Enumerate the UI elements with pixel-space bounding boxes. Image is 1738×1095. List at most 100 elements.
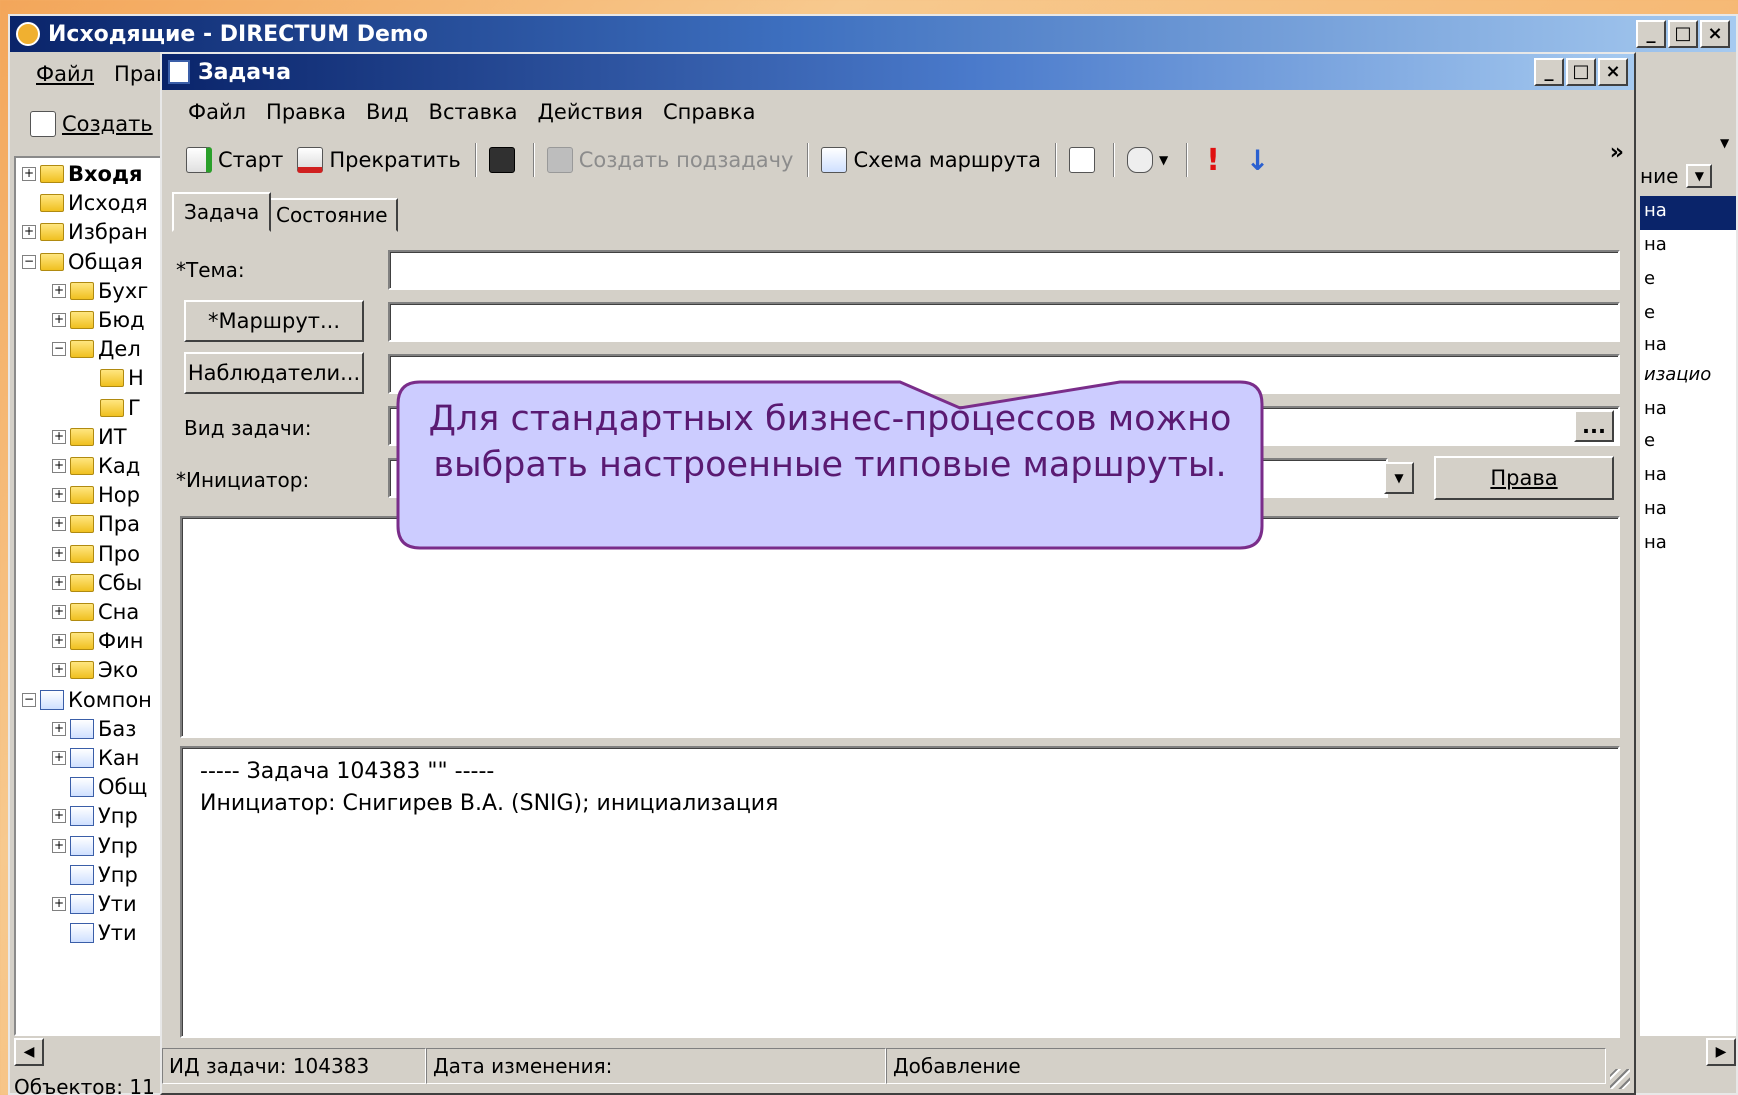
expand-icon[interactable]: + [52, 575, 66, 590]
close-icon[interactable]: × [1700, 20, 1730, 48]
save-icon[interactable] [488, 147, 515, 173]
tab-state[interactable]: Состояние [266, 198, 398, 232]
list-item[interactable]: на [1644, 234, 1667, 255]
observers-button[interactable]: Наблюдатели... [184, 352, 364, 394]
collapse-icon[interactable]: − [52, 342, 66, 357]
collapse-icon[interactable]: − [22, 692, 36, 707]
minimize-icon[interactable]: _ [1636, 20, 1666, 48]
tree-item[interactable]: + Бухг [52, 279, 148, 303]
expand-icon[interactable]: + [52, 751, 66, 765]
tree-item[interactable]: + Упр [52, 804, 138, 828]
column-dropdown-icon[interactable]: ▼ [1686, 164, 1713, 188]
expand-icon[interactable]: + [52, 721, 66, 736]
task-menu-edit[interactable]: Правка [266, 100, 346, 124]
tree-item[interactable]: + Баз [52, 717, 136, 741]
task-type-ellipsis-button[interactable]: ... [1574, 410, 1614, 442]
tree-item[interactable]: + Кад [52, 454, 140, 478]
stop-button[interactable]: Прекратить [297, 147, 461, 173]
list-item[interactable]: е [1644, 302, 1655, 323]
maximize-icon[interactable]: □ [1668, 20, 1698, 48]
create-icon[interactable] [30, 111, 56, 137]
main-titlebar[interactable]: Исходящие - DIRECTUM Demo _ □ × [10, 16, 1736, 52]
tree-item[interactable]: Общ [70, 775, 147, 799]
expand-icon[interactable]: + [52, 838, 66, 853]
start-button[interactable]: Старт [186, 147, 283, 173]
attachment-dropdown-icon[interactable]: ▼ [1159, 153, 1168, 167]
object-list[interactable]: на на е е на изацио на е на на на [1640, 196, 1736, 1036]
tree-item[interactable]: + Сбы [52, 571, 142, 595]
expand-icon[interactable]: + [52, 429, 66, 444]
list-item[interactable]: на [1644, 498, 1667, 519]
tree-item[interactable]: + Кан [52, 746, 140, 770]
tree-item[interactable]: + Фин [52, 629, 143, 653]
create-subtask-button[interactable]: Создать подзадачу [546, 147, 793, 173]
task-menu-insert[interactable]: Вставка [429, 100, 518, 124]
expand-icon[interactable]: + [22, 225, 36, 240]
task-log-area[interactable]: ----- Задача 104383 "" ----- Инициатор: … [180, 746, 1620, 1038]
tree-item[interactable]: + Избран [22, 220, 148, 244]
task-text-area[interactable] [180, 516, 1620, 738]
expand-icon[interactable]: + [52, 605, 66, 619]
expand-icon[interactable]: + [52, 517, 66, 532]
low-priority-icon[interactable]: ↓ [1246, 144, 1269, 177]
tree-item[interactable]: + Ути [52, 892, 137, 916]
resize-grip-icon[interactable] [1610, 1069, 1630, 1089]
tree-item[interactable]: + Пра [52, 512, 140, 536]
expand-icon[interactable]: + [52, 809, 66, 824]
route-input[interactable] [388, 302, 1620, 342]
folder-tree[interactable]: + Входя Исходя + Избран − Общая + Бухг + Бюд − Дел Н Г… [14, 156, 164, 1036]
expand-icon[interactable]: + [52, 283, 66, 298]
list-item[interactable]: изацио [1644, 364, 1711, 385]
tree-item[interactable]: − Общая [22, 250, 143, 274]
toolbar-more-icon[interactable]: » [1610, 140, 1624, 165]
topic-input[interactable] [388, 250, 1620, 290]
tree-item[interactable]: + ИТ [52, 425, 127, 449]
list-item[interactable]: на [1644, 398, 1667, 419]
task-close-icon[interactable]: × [1598, 58, 1628, 86]
task-menu-file[interactable]: Файл [188, 100, 246, 124]
list-item[interactable]: е [1644, 268, 1655, 289]
expand-icon[interactable]: + [52, 546, 66, 561]
collapse-icon[interactable]: − [22, 254, 36, 269]
tree-item[interactable]: + Упр [52, 834, 138, 858]
tree-item[interactable]: Упр [70, 863, 138, 887]
expand-icon[interactable]: + [52, 488, 66, 503]
route-scheme-button[interactable]: Схема маршрута [821, 147, 1041, 173]
tree-item[interactable]: + Входя [22, 162, 142, 186]
tab-task[interactable]: Задача [172, 192, 272, 232]
route-button[interactable]: *Маршрут... [184, 300, 364, 342]
hierarchy-icon[interactable] [1068, 147, 1095, 173]
list-item[interactable]: на [1644, 464, 1667, 485]
tree-item[interactable]: Н [100, 366, 144, 390]
task-menu-actions[interactable]: Действия [538, 100, 643, 124]
initiator-dropdown-icon[interactable]: ▼ [1384, 462, 1414, 494]
tree-item[interactable]: + Про [52, 542, 140, 566]
tree-item[interactable]: Ути [70, 921, 137, 945]
task-minimize-icon[interactable]: _ [1534, 58, 1564, 86]
task-titlebar[interactable]: Задача _ □ × [162, 54, 1634, 90]
expand-icon[interactable]: + [52, 897, 66, 911]
tree-item[interactable]: + Эко [52, 658, 138, 682]
create-button-label[interactable]: Создать [62, 112, 153, 136]
list-item[interactable]: е [1644, 430, 1655, 451]
importance-icon[interactable]: ! [1206, 143, 1220, 178]
expand-icon[interactable]: + [52, 634, 66, 649]
task-menu-help[interactable]: Справка [663, 100, 756, 124]
tree-item[interactable]: Исходя [40, 191, 148, 215]
tree-item[interactable]: Г [100, 396, 141, 420]
list-item[interactable]: на [1644, 200, 1667, 221]
tree-item[interactable]: + Сна [52, 600, 139, 624]
expand-icon[interactable]: + [52, 459, 66, 473]
rights-button[interactable]: Права [1434, 456, 1614, 500]
observers-input[interactable] [388, 354, 1620, 394]
tree-item[interactable]: + Нор [52, 483, 140, 507]
tree-item[interactable]: − Компон [22, 688, 152, 712]
tree-item[interactable]: − Дел [52, 337, 141, 361]
expand-icon[interactable]: + [22, 167, 36, 181]
scroll-left-icon[interactable]: ◀ [14, 1038, 44, 1066]
column-header[interactable]: ние ▼ [1640, 161, 1736, 191]
task-menu-view[interactable]: Вид [366, 100, 409, 124]
main-menu-file[interactable]: Файл [36, 62, 94, 86]
expand-icon[interactable]: + [52, 663, 66, 678]
main-toolbar-dropdown-icon[interactable]: ▼ [1720, 136, 1729, 150]
